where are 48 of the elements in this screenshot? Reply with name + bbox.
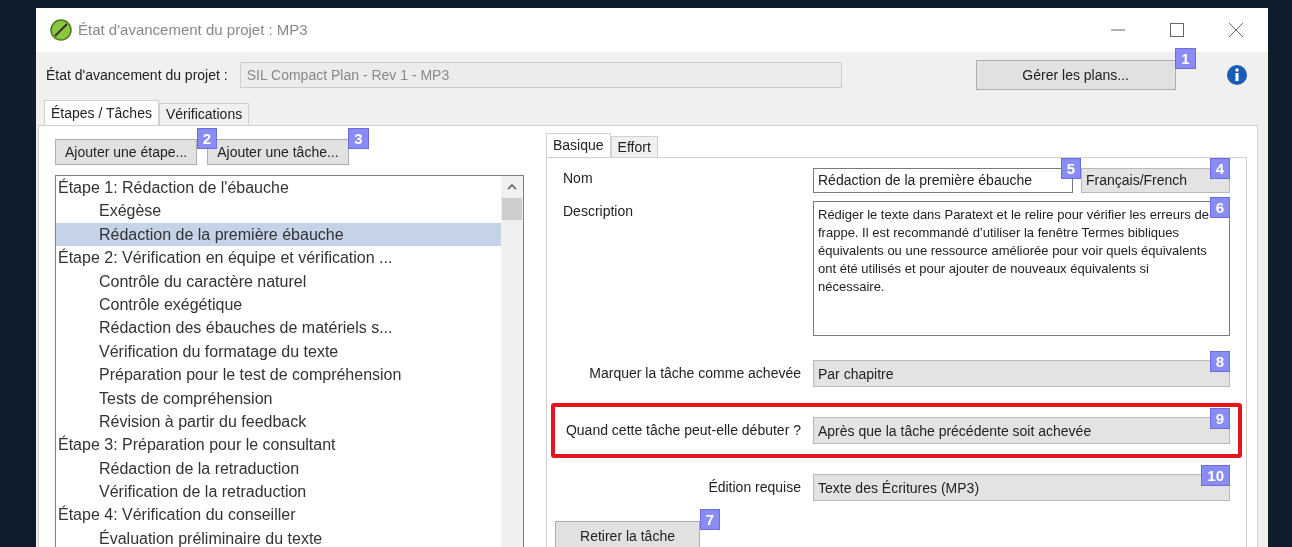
tree-item[interactable]: Rédaction des ébauches de matériels s... (56, 316, 501, 340)
tree-item[interactable]: Étape 1: Rédaction de l'ébauche (56, 176, 501, 200)
number-badge: 9 (1209, 408, 1230, 429)
project-label: État d'avancement du projet : (46, 65, 228, 85)
tree-item[interactable]: Évaluation préliminaire du texte (56, 526, 501, 547)
tree-item[interactable]: Rédaction de la première ébauche (56, 222, 501, 247)
number-badge: 3 (348, 128, 369, 149)
info-icon[interactable] (1225, 64, 1248, 86)
tree-item[interactable]: Révision à partir du feedback (56, 409, 501, 434)
leaf-pen-icon (50, 19, 72, 41)
tree-item[interactable]: Rédaction de la retraduction (56, 456, 501, 481)
field-label: Marquer la tâche comme achevée (588, 364, 802, 383)
tree-item[interactable]: Préparation pour le test de compréhension (56, 363, 501, 387)
field-label: Nom (563, 169, 594, 188)
tree-item[interactable]: Vérification du formatage du texte (56, 339, 501, 364)
maximize-icon[interactable] (1170, 23, 1184, 37)
tree-item[interactable]: Étape 4: Vérification du conseiller (56, 503, 501, 527)
number-badge: 5 (1060, 158, 1081, 179)
field-label: Description (563, 202, 635, 221)
number-badge: 10 (1201, 465, 1230, 486)
tree-item[interactable]: Tests de compréhension (56, 386, 501, 410)
scrollbar[interactable] (501, 176, 523, 547)
field-label: Édition requise (707, 478, 802, 497)
manage-plans-button[interactable]: Gérer les plans... (975, 60, 1176, 90)
tab[interactable]: Vérifications (158, 103, 250, 125)
tree-item[interactable]: Étape 3: Préparation pour le consultant (56, 433, 501, 457)
tab[interactable]: Effort (610, 136, 658, 157)
field-label: Quand cette tâche peut-elle débuter ? (564, 421, 802, 440)
number-badge: 4 (1209, 158, 1230, 179)
tree-item[interactable]: Contrôle exégétique (56, 292, 501, 317)
project-field: SIL Compact Plan - Rev 1 - MP3 (239, 62, 842, 88)
number-badge: 7 (699, 509, 720, 530)
tab[interactable]: Basique (546, 133, 611, 157)
tab[interactable]: Étapes / Tâches (44, 100, 159, 125)
number-badge: 2 (196, 128, 218, 149)
tree-item[interactable]: Contrôle du caractère naturel (56, 269, 501, 293)
window-title: État d'avancement du projet : MP3 (78, 19, 308, 40)
remove-task-button[interactable]: Retirer la tâche (555, 521, 700, 547)
tree-item[interactable]: Étape 2: Vérification en équipe et vérification ... (56, 246, 501, 270)
number-badge: 1 (1175, 48, 1196, 69)
close-icon[interactable] (1229, 23, 1243, 37)
scroll-up-icon[interactable] (507, 183, 517, 191)
number-badge: 8 (1209, 351, 1230, 372)
scroll-thumb[interactable] (502, 198, 522, 220)
tree-item[interactable]: Vérification de la retraduction (56, 480, 501, 504)
number-badge: 6 (1209, 197, 1230, 218)
add-button[interactable]: Ajouter une étape... (55, 139, 198, 165)
tree-item[interactable]: Exégèse (56, 199, 501, 223)
